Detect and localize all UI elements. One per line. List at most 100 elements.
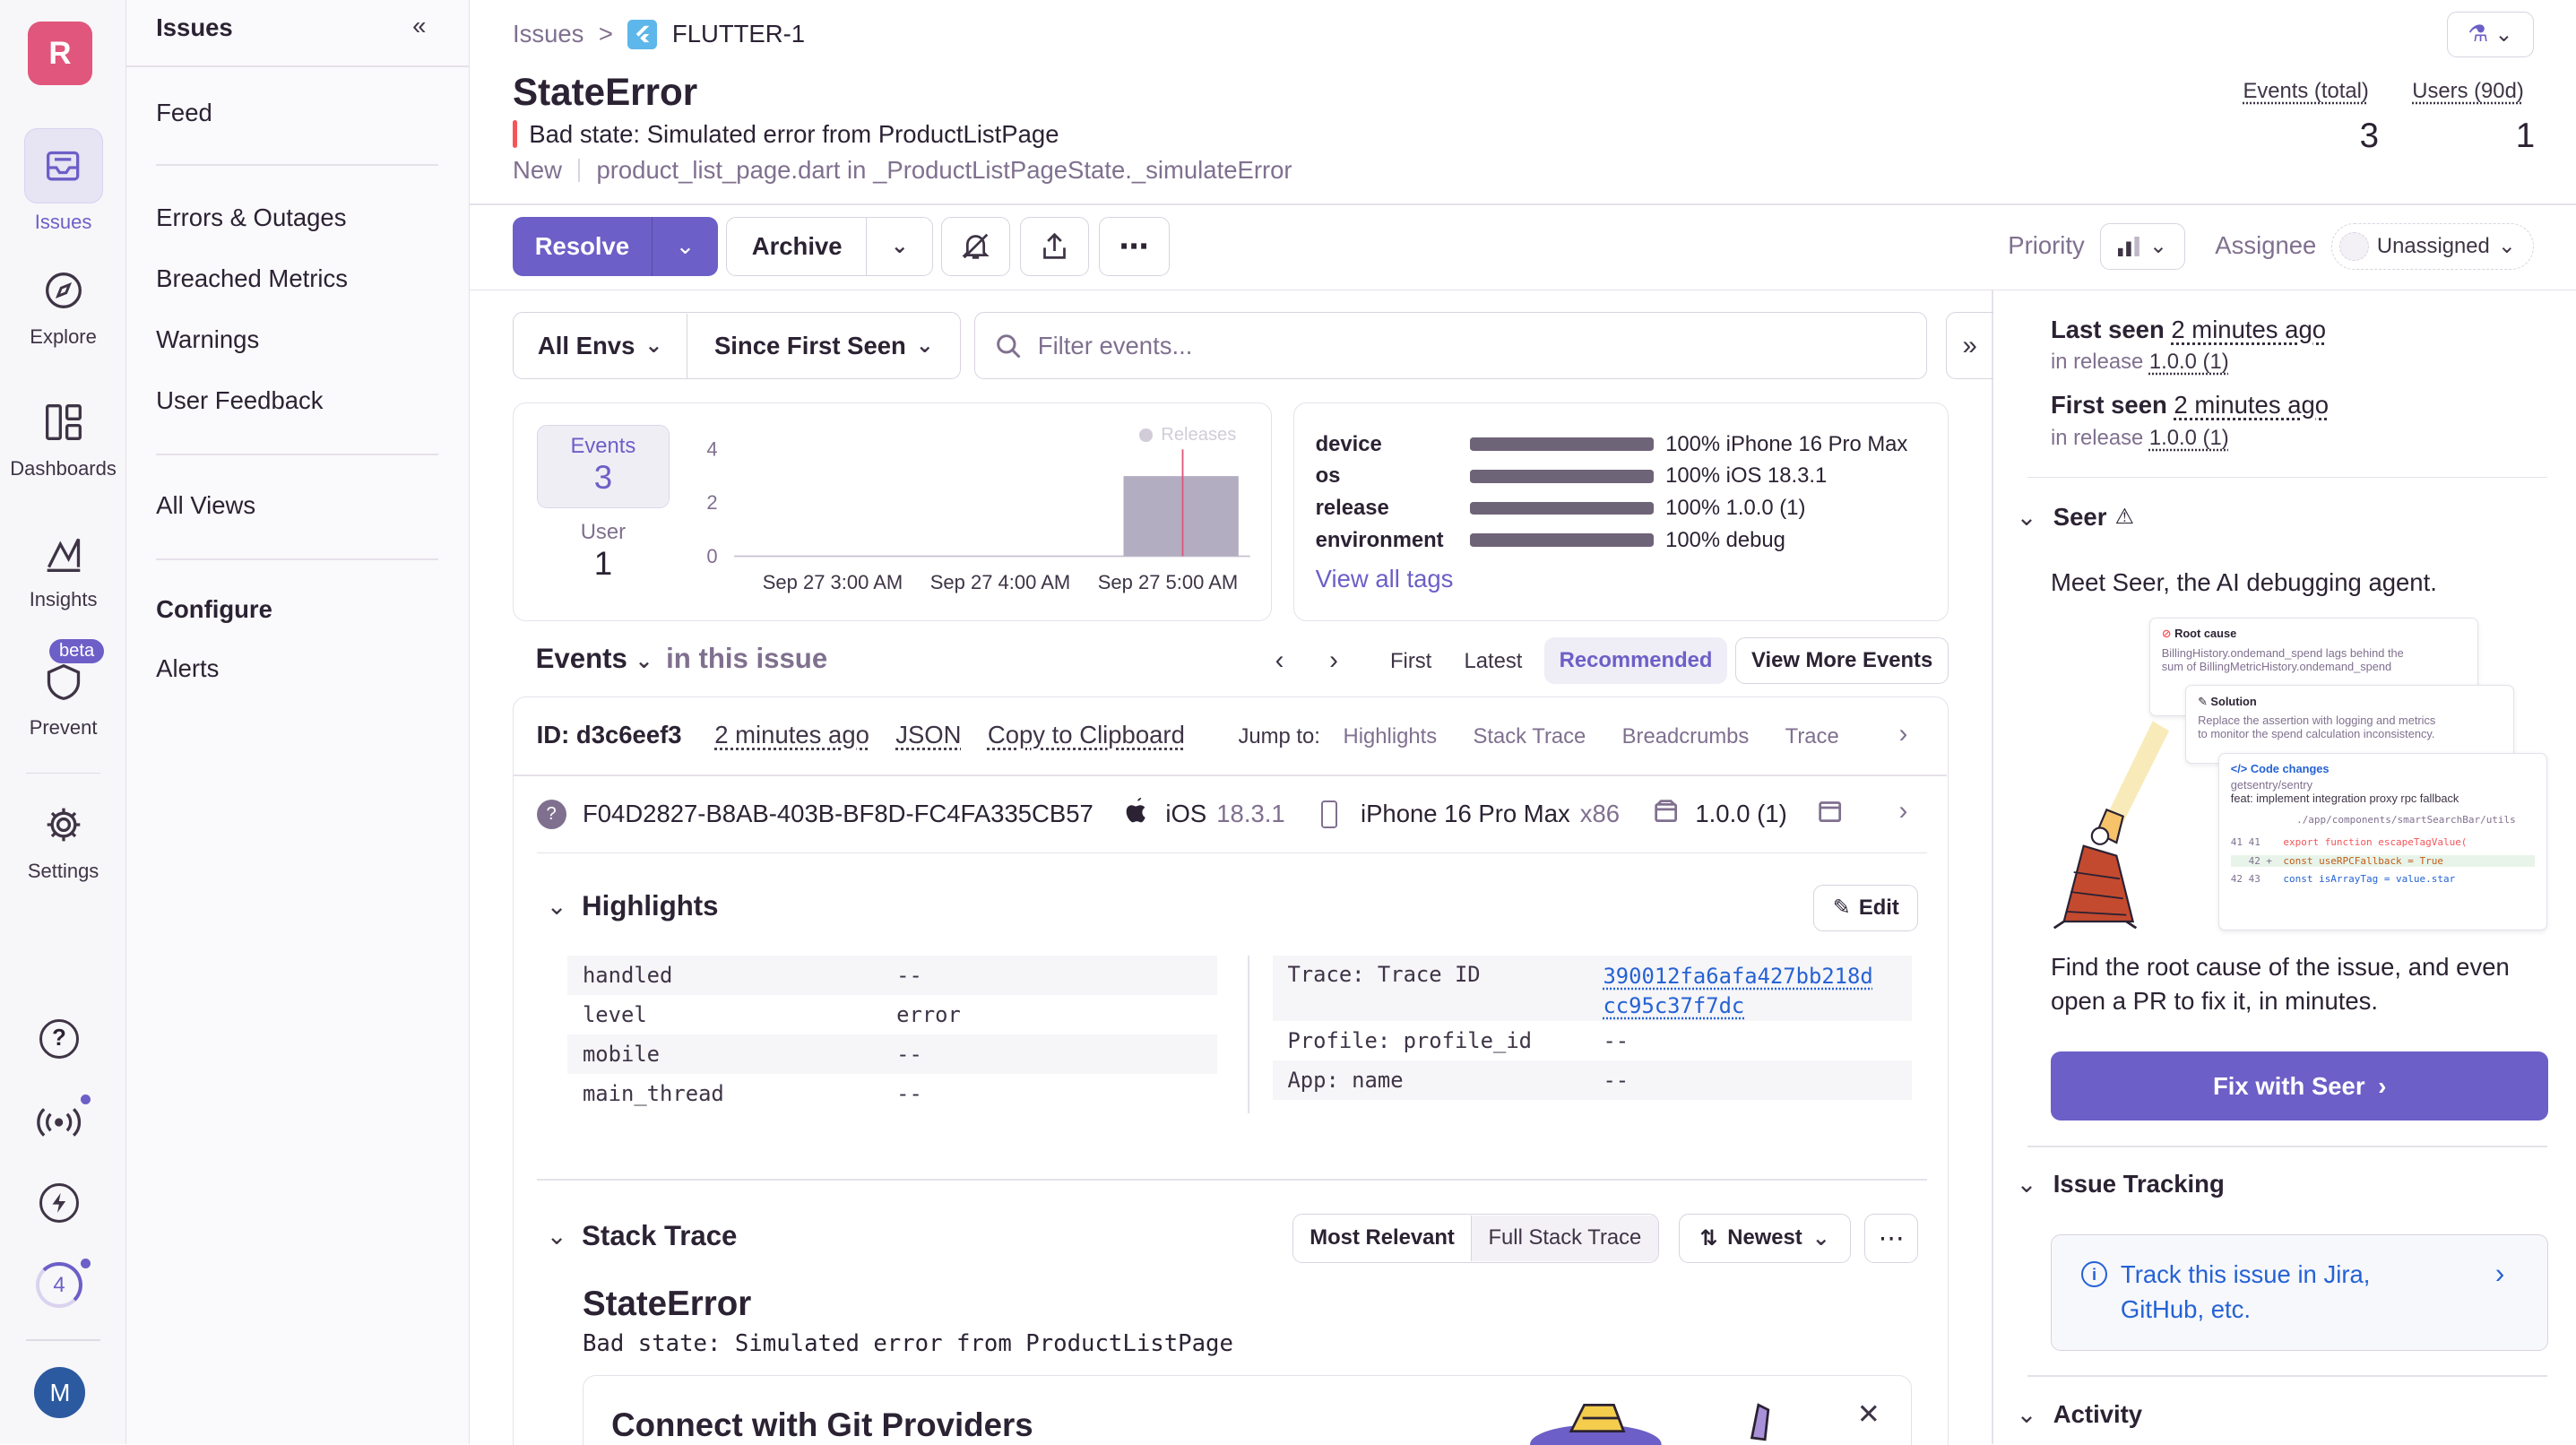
trace-id-link[interactable]: 390012fa6afa427bb218d cc95c37f7dc bbox=[1603, 962, 1872, 1021]
tag-bar bbox=[1469, 469, 1655, 483]
tag-key: environment bbox=[1315, 527, 1444, 552]
sidebar-divider bbox=[126, 65, 471, 68]
nav-settings-label: Settings bbox=[27, 859, 99, 882]
track-issue-card[interactable]: i Track this issue in Jira, GitHub, etc.… bbox=[2050, 1233, 2549, 1351]
highlights-header[interactable]: ⌄ Highlights bbox=[547, 890, 719, 922]
users-90d-label[interactable]: Users (90d) bbox=[2412, 79, 2523, 104]
share-button[interactable] bbox=[1020, 216, 1090, 276]
feature-flag-dropdown[interactable]: ⚗ ⌄ bbox=[2446, 11, 2534, 58]
close-icon[interactable]: ✕ bbox=[1857, 1398, 1880, 1431]
breadcrumb-issues[interactable]: Issues bbox=[513, 20, 583, 48]
seer-section-header[interactable]: ⌄ Seer ⚠ bbox=[2016, 503, 2134, 532]
nav-issues[interactable]: Issues bbox=[0, 127, 126, 234]
first-release-link[interactable]: 1.0.0 (1) bbox=[2149, 426, 2229, 450]
most-relevant-toggle[interactable]: Most Relevant bbox=[1292, 1215, 1473, 1262]
issue-status: New bbox=[512, 156, 562, 185]
nav-settings[interactable]: Settings bbox=[0, 797, 126, 883]
stack-trace-header[interactable]: ⌄ Stack Trace bbox=[547, 1220, 738, 1252]
resolve-button[interactable]: Resolve bbox=[513, 216, 653, 276]
tag-value: 100% 1.0.0 (1) bbox=[1665, 495, 1806, 520]
nav-prevent[interactable]: Prevent bbox=[0, 654, 126, 740]
nav-explore[interactable]: Explore bbox=[0, 263, 126, 349]
chevron-down-icon: ⌄ bbox=[2497, 234, 2516, 259]
activity-header[interactable]: ⌄ Activity bbox=[2016, 1400, 2142, 1429]
jump-trace[interactable]: Trace bbox=[1785, 724, 1839, 749]
events-dropdown[interactable]: Events ⌄ bbox=[536, 643, 653, 675]
mute-button[interactable] bbox=[941, 216, 1011, 276]
sidebar-item-all-views[interactable]: All Views bbox=[156, 491, 255, 520]
tag-value: 100% iPhone 16 Pro Max bbox=[1665, 431, 1908, 456]
time-range-selector[interactable]: Since First Seen ⌄ bbox=[687, 314, 960, 377]
sidebar-item-errors-outages[interactable]: Errors & Outages bbox=[156, 203, 346, 232]
breadcrumb-separator: > bbox=[598, 20, 613, 48]
sidebar-divider bbox=[156, 558, 439, 561]
jump-scroll-right-icon[interactable]: › bbox=[1898, 719, 1907, 749]
fix-with-seer-button[interactable]: Fix with Seer › bbox=[2050, 1051, 2549, 1121]
jump-breadcrumbs[interactable]: Breadcrumbs bbox=[1622, 724, 1750, 749]
latest-event-button[interactable]: Latest bbox=[1464, 649, 1522, 674]
histogram-bar[interactable] bbox=[1123, 476, 1239, 557]
event-time[interactable]: 2 minutes ago bbox=[714, 721, 869, 749]
jump-highlights[interactable]: Highlights bbox=[1344, 724, 1438, 749]
user-avatar[interactable]: M bbox=[34, 1367, 86, 1419]
assignee-dropdown[interactable]: Unassigned ⌄ bbox=[2331, 223, 2534, 270]
org-avatar[interactable]: R bbox=[28, 21, 92, 86]
jump-stack-trace[interactable]: Stack Trace bbox=[1474, 724, 1586, 749]
env-selector-label: All Envs bbox=[537, 331, 635, 359]
nav-insights[interactable]: Insights bbox=[0, 526, 126, 612]
edit-highlights-button[interactable]: ✎ Edit bbox=[1813, 885, 1919, 931]
highlight-row: Profile: profile_id -- bbox=[1273, 1021, 1912, 1060]
view-all-tags-link[interactable]: View all tags bbox=[1316, 565, 1454, 593]
next-event-icon[interactable]: › bbox=[1329, 645, 1338, 676]
sidebar-item-breached-metrics[interactable]: Breached Metrics bbox=[156, 264, 348, 293]
sort-label: Newest bbox=[1727, 1225, 1802, 1250]
events-count-tab[interactable]: Events 3 bbox=[536, 424, 670, 509]
env-selector[interactable]: All Envs ⌄ bbox=[514, 314, 688, 378]
highlight-key: main_thread bbox=[582, 1081, 724, 1107]
copy-to-clipboard-link[interactable]: Copy to Clipboard bbox=[988, 721, 1185, 749]
chevron-down-icon: ⌄ bbox=[890, 234, 909, 259]
sidebar-item-user-feedback[interactable]: User Feedback bbox=[156, 386, 323, 415]
view-more-events-button[interactable]: View More Events bbox=[1734, 637, 1949, 684]
tag-row[interactable]: release 100% 1.0.0 (1) bbox=[1316, 492, 1941, 524]
stack-more-button[interactable]: ⋯ bbox=[1863, 1213, 1919, 1263]
full-stack-trace-toggle[interactable]: Full Stack Trace bbox=[1472, 1215, 1658, 1262]
prev-event-icon[interactable]: ‹ bbox=[1275, 645, 1284, 676]
tag-row[interactable]: device 100% iPhone 16 Pro Max bbox=[1316, 428, 1941, 461]
last-seen-value[interactable]: 2 minutes ago bbox=[2171, 316, 2326, 343]
highlight-key: Trace: Trace ID bbox=[1287, 962, 1481, 988]
sidebar-item-alerts[interactable]: Alerts bbox=[156, 654, 219, 683]
tag-rows: device 100% iPhone 16 Pro Max os 100% iOS 1… bbox=[1316, 428, 1941, 557]
priority-dropdown[interactable]: ⌄ bbox=[2099, 223, 2186, 270]
last-release-link[interactable]: 1.0.0 (1) bbox=[2149, 350, 2229, 374]
onboarding-progress[interactable]: 4 bbox=[36, 1261, 82, 1309]
json-link[interactable]: JSON bbox=[895, 721, 961, 749]
first-seen-value[interactable]: 2 minutes ago bbox=[2174, 391, 2329, 419]
tag-row[interactable]: environment 100% debug bbox=[1316, 524, 1941, 557]
help-icon[interactable]: ? bbox=[39, 1018, 79, 1059]
sidebar-item-feed[interactable]: Feed bbox=[156, 99, 212, 127]
context-scroll-right-icon[interactable]: › bbox=[1898, 796, 1907, 826]
service-status-icon[interactable] bbox=[39, 1182, 79, 1223]
broadcast-icon[interactable] bbox=[36, 1103, 82, 1148]
collapse-sidebar-icon[interactable]: « bbox=[412, 12, 426, 40]
event-search-input[interactable]: Filter events... bbox=[974, 312, 1928, 380]
first-event-button[interactable]: First bbox=[1390, 649, 1431, 674]
events-total-label[interactable]: Events (total) bbox=[2243, 79, 2368, 104]
nav-dashboards[interactable]: Dashboards bbox=[0, 394, 126, 480]
highlight-row: handled -- bbox=[567, 956, 1217, 996]
tag-bar bbox=[1469, 437, 1655, 451]
recommended-event-button[interactable]: Recommended bbox=[1544, 637, 1727, 684]
event-graph-card: Events 3 User 1 Releases 4 2 0 Sep 27 3:00 … bbox=[512, 402, 1272, 621]
archive-button[interactable]: Archive bbox=[726, 216, 868, 276]
sort-dropdown[interactable]: ⇅ Newest ⌄ bbox=[1678, 1213, 1852, 1263]
issue-tracking-header[interactable]: ⌄ Issue Tracking bbox=[2016, 1170, 2224, 1198]
tag-row[interactable]: os 100% iOS 18.3.1 bbox=[1316, 460, 1941, 492]
more-actions-button[interactable]: ⋯ bbox=[1099, 216, 1171, 276]
time-range-label: Since First Seen bbox=[713, 331, 906, 359]
user-count-tab[interactable]: User 1 bbox=[537, 520, 670, 583]
archive-dropdown-button[interactable]: ⌄ bbox=[866, 216, 934, 276]
expand-sidebar-button[interactable]: » bbox=[1945, 312, 1993, 380]
resolve-dropdown-button[interactable]: ⌄ bbox=[653, 217, 718, 276]
sidebar-item-warnings[interactable]: Warnings bbox=[156, 325, 259, 354]
